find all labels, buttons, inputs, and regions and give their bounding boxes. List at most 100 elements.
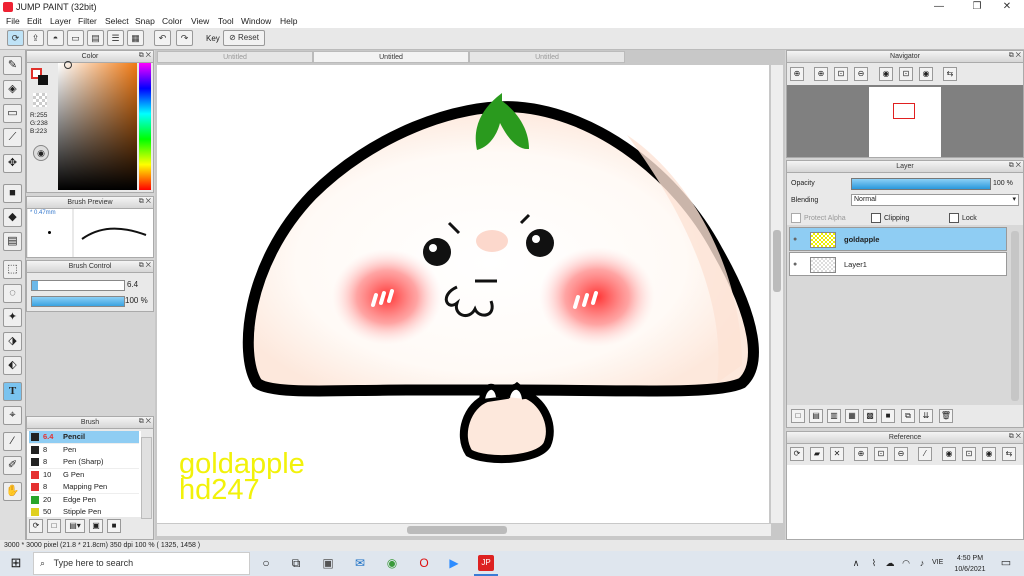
lasso-tool-icon[interactable]: ◌ xyxy=(3,284,22,303)
task-view-icon[interactable]: ⧉ xyxy=(288,555,304,571)
horizontal-scroll-thumb[interactable] xyxy=(407,526,507,534)
select-eraser-tool-icon[interactable]: ⬖ xyxy=(3,356,22,375)
magic-wand-tool-icon[interactable]: ✦ xyxy=(3,308,22,327)
new-layer-1bit-icon[interactable]: ▥ xyxy=(827,409,841,423)
mail-icon[interactable]: ✉ xyxy=(352,555,368,571)
clock[interactable]: 4:50 PM 10/6/2021 xyxy=(950,553,990,575)
grid-icon[interactable]: ▦ xyxy=(127,30,144,46)
menu-help[interactable]: Help xyxy=(280,16,297,26)
reference-zoom-out-icon[interactable]: ⊖ xyxy=(894,447,908,461)
reference-eyedropper-icon[interactable]: ⁄ xyxy=(918,447,932,461)
brush-tool-icon[interactable]: ✎ xyxy=(3,56,22,75)
brush-copy-icon[interactable]: ▣ xyxy=(89,519,103,533)
new-halftone-layer-icon[interactable]: ▦ xyxy=(845,409,859,423)
tab-untitled-2[interactable]: Untitled xyxy=(313,51,469,63)
eyedropper-tool-icon[interactable]: ⁄ xyxy=(3,432,22,451)
brush-opacity-slider[interactable] xyxy=(31,296,125,307)
lock-checkbox[interactable]: Lock xyxy=(949,213,977,223)
panel-buttons-icon[interactable]: ⧉ ✕ xyxy=(1009,433,1021,441)
zoom-out-icon[interactable]: ⊖ xyxy=(854,67,868,81)
horizontal-scrollbar[interactable] xyxy=(157,524,771,536)
pen-tool-icon[interactable]: ✐ xyxy=(3,456,22,475)
background-color-swatch[interactable] xyxy=(38,75,48,85)
line-tool-icon[interactable]: ⟋ xyxy=(3,128,22,147)
network-icon[interactable]: ⌇ xyxy=(866,555,882,571)
brush-item-stipple-pen[interactable]: 50 Stipple Pen xyxy=(29,506,139,517)
flip-icon[interactable]: ⇆ xyxy=(943,67,957,81)
visibility-icon[interactable]: ● xyxy=(793,236,797,243)
menu-tool[interactable]: Tool xyxy=(218,16,234,26)
panel-buttons-icon[interactable]: ⧉ ✕ xyxy=(139,198,151,206)
reference-rotate-left-icon[interactable]: ◉ xyxy=(942,447,956,461)
opera-icon[interactable]: O xyxy=(416,555,432,571)
browser-icon[interactable]: ◉ xyxy=(384,555,400,571)
reference-zoom-in-icon[interactable]: ⊕ xyxy=(854,447,868,461)
text-tool-icon[interactable]: T xyxy=(3,382,22,401)
protect-alpha-checkbox[interactable]: Protect Alpha xyxy=(791,213,846,223)
redo-icon[interactable]: ↷ xyxy=(176,30,193,46)
reference-flip-icon[interactable]: ⇆ xyxy=(1002,447,1016,461)
tone-layer-icon[interactable]: ▩ xyxy=(863,409,877,423)
menu-select[interactable]: Select xyxy=(105,16,129,26)
tab-untitled-3[interactable]: Untitled xyxy=(469,51,625,63)
brush-menu-icon[interactable]: ▤▾ xyxy=(65,519,85,533)
menu-color[interactable]: Color xyxy=(162,16,182,26)
reference-rotate-reset-icon[interactable]: ⊡ xyxy=(962,447,976,461)
windows-start-icon[interactable]: ⊞ xyxy=(8,555,24,571)
select-pen-tool-icon[interactable]: ⬗ xyxy=(3,332,22,351)
panel-buttons-icon[interactable]: ⧉ ✕ xyxy=(139,52,151,60)
chevron-up-icon[interactable]: ∧ xyxy=(848,555,864,571)
zoom-actual-icon[interactable]: ⊡ xyxy=(834,67,848,81)
vertical-scroll-thumb[interactable] xyxy=(773,230,781,292)
layer-folder-icon[interactable]: ■ xyxy=(881,409,895,423)
zoom-in-icon[interactable]: ⊕ xyxy=(814,67,828,81)
tab-untitled-1[interactable]: Untitled xyxy=(157,51,313,63)
panel-buttons-icon[interactable]: ⧉ ✕ xyxy=(139,262,151,270)
visibility-icon[interactable]: ● xyxy=(793,261,797,268)
notification-icon[interactable]: ▭ xyxy=(998,555,1014,571)
hand-tool-icon[interactable]: ✋ xyxy=(3,482,22,501)
export-icon[interactable]: ⇪ xyxy=(27,30,44,46)
reference-view[interactable] xyxy=(787,465,1023,539)
clipping-checkbox[interactable]: Clipping xyxy=(871,213,909,223)
brush-item-pen-sharp[interactable]: 8 Pen (Sharp) xyxy=(29,456,139,469)
brush-size-slider[interactable] xyxy=(31,280,125,291)
brush-item-mapping-pen[interactable]: 8 Mapping Pen xyxy=(29,481,139,494)
onedrive-icon[interactable]: ☁ xyxy=(882,555,898,571)
jump-paint-taskbar-icon[interactable]: JP xyxy=(478,555,494,571)
brush-sync-icon[interactable]: ⟳ xyxy=(29,519,43,533)
select-rect-tool-icon[interactable]: ⬚ xyxy=(3,260,22,279)
layer-list-scrollbar[interactable] xyxy=(1011,231,1019,401)
navigator-viewport-box[interactable] xyxy=(893,103,915,119)
wifi-icon[interactable]: ◠ xyxy=(898,555,914,571)
bucket-tool-icon[interactable]: ◆ xyxy=(3,208,22,227)
rotate-reset-icon[interactable]: ⊡ xyxy=(899,67,913,81)
move-tool-icon[interactable]: ✥ xyxy=(3,154,22,173)
new-layer-icon[interactable]: □ xyxy=(791,409,805,423)
rotate-right-icon[interactable]: ◉ xyxy=(919,67,933,81)
language-indicator[interactable]: VIE xyxy=(932,559,943,566)
menu-edit[interactable]: Edit xyxy=(27,16,42,26)
zoom-icon[interactable]: ▶ xyxy=(446,555,462,571)
transparent-color-swatch[interactable] xyxy=(33,93,47,107)
maximize-button[interactable]: ❐ xyxy=(960,0,994,14)
volume-icon[interactable]: ♪ xyxy=(914,555,930,571)
panel-buttons-icon[interactable]: ⧉ ✕ xyxy=(139,418,151,426)
navigator-view[interactable] xyxy=(787,85,1023,157)
new-layer-8bit-icon[interactable]: ▤ xyxy=(809,409,823,423)
delete-layer-icon[interactable]: 🗑 xyxy=(939,409,953,423)
reference-open-icon[interactable]: ▰ xyxy=(810,447,824,461)
fill-rect-tool-icon[interactable]: ■ xyxy=(3,184,22,203)
brush-folder-icon[interactable]: ■ xyxy=(107,519,121,533)
drawing-canvas[interactable]: goldapple hd247 xyxy=(157,65,769,523)
hue-slider[interactable] xyxy=(139,63,151,190)
reference-rotate-right-icon[interactable]: ◉ xyxy=(982,447,996,461)
menu-window[interactable]: Window xyxy=(241,16,271,26)
color-picker-square[interactable] xyxy=(58,63,137,190)
palette-icon[interactable]: ◉ xyxy=(33,145,49,161)
operation-tool-icon[interactable]: ⌖ xyxy=(3,406,22,425)
taskbar-search[interactable]: ⌕ Type here to search xyxy=(33,552,250,575)
gradient-tool-icon[interactable]: ▤ xyxy=(3,232,22,251)
blending-select[interactable]: Normal ▾ xyxy=(851,194,1019,206)
undo-icon[interactable]: ↶ xyxy=(154,30,171,46)
